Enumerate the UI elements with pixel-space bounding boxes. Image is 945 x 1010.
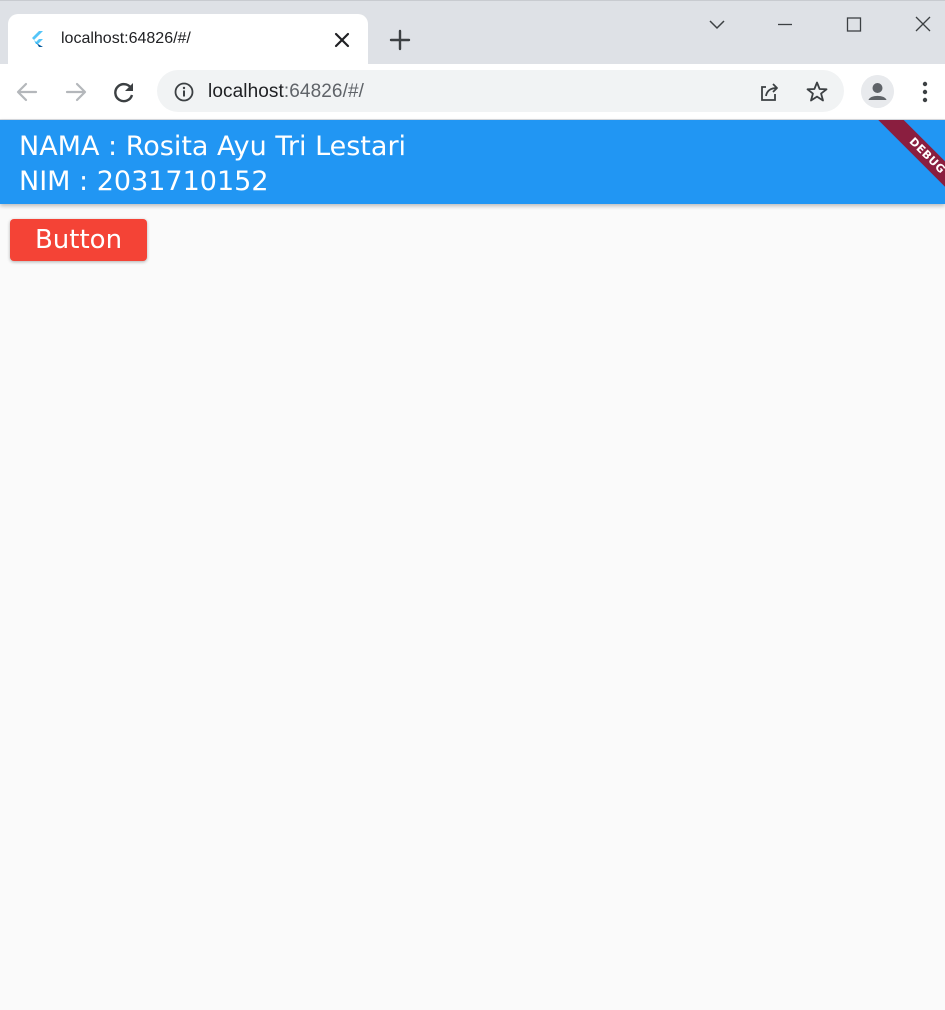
url-path: :64826/#/: [283, 81, 365, 102]
reload-icon[interactable]: [110, 78, 138, 106]
maximize-icon[interactable]: [840, 11, 868, 39]
student-name: NAMA : Rosita Ayu Tri Lestari: [19, 131, 407, 162]
browser-tab[interactable]: localhost:64826/#/: [8, 14, 368, 65]
url-text[interactable]: localhost:64826/#/: [208, 81, 364, 103]
star-icon[interactable]: [805, 80, 829, 104]
tab-title: localhost:64826/#/: [61, 30, 191, 47]
app-bar-title: NAMA : Rosita Ayu Tri Lestari NIM : 2031…: [19, 129, 406, 199]
arrow-right-icon[interactable]: [62, 78, 90, 106]
student-nim: NIM : 2031710152: [19, 166, 269, 197]
address-bar[interactable]: localhost:64826/#/: [157, 70, 844, 112]
avatar-icon[interactable]: [861, 75, 894, 108]
share-icon[interactable]: [757, 80, 781, 104]
red-button[interactable]: Button: [10, 219, 147, 261]
app-bar: NAMA : Rosita Ayu Tri Lestari NIM : 2031…: [0, 120, 945, 204]
minimize-icon[interactable]: [771, 11, 799, 39]
browser-toolbar: localhost:64826/#/: [0, 64, 945, 120]
flutter-icon: [28, 29, 48, 49]
plus-icon[interactable]: [388, 28, 412, 52]
chevron-down-icon[interactable]: [703, 11, 731, 39]
more-vert-icon[interactable]: [913, 78, 937, 106]
info-icon[interactable]: [173, 81, 195, 103]
url-host: localhost: [208, 81, 284, 102]
close-icon[interactable]: [331, 29, 353, 51]
close-icon[interactable]: [909, 11, 937, 39]
tab-strip: localhost:64826/#/: [0, 0, 945, 65]
arrow-left-icon[interactable]: [13, 78, 41, 106]
